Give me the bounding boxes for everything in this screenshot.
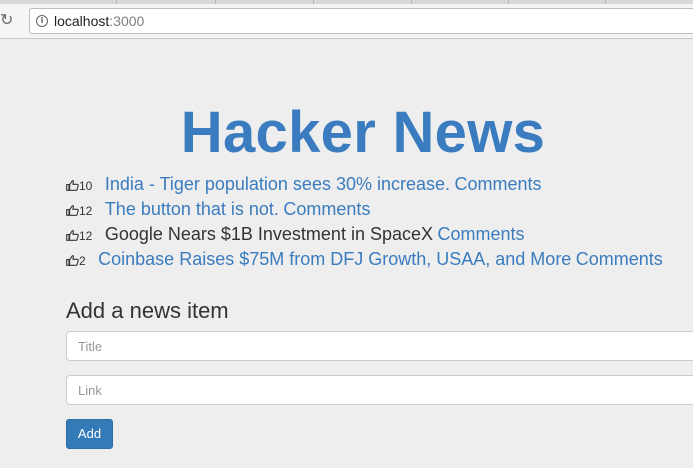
link-input[interactable] (66, 375, 693, 405)
add-news-heading: Add a news item (66, 298, 229, 323)
thumbs-up-icon (66, 180, 79, 191)
thumbs-up-icon (66, 205, 79, 216)
news-item: 12 The button that is not. Comments (66, 197, 663, 222)
upvote-button[interactable]: 12 (66, 199, 92, 224)
reload-icon[interactable]: ↻ (0, 10, 18, 30)
vote-count: 2 (79, 254, 86, 268)
browser-toolbar: ↻ i localhost:3000 (0, 4, 693, 39)
vote-count: 12 (79, 229, 93, 243)
info-icon[interactable]: i (36, 15, 48, 27)
url-port: :3000 (109, 13, 145, 29)
comments-link[interactable]: Comments (454, 174, 541, 194)
news-list: 10 India - Tiger population sees 30% inc… (66, 172, 663, 272)
thumbs-up-icon (66, 255, 79, 266)
news-title-link[interactable]: Coinbase Raises $75M from DFJ Growth, US… (98, 249, 571, 269)
address-bar[interactable]: i localhost:3000 (29, 8, 693, 34)
url-host: localhost (54, 13, 110, 29)
vote-count: 10 (79, 179, 93, 193)
address-url[interactable]: localhost:3000 (54, 13, 144, 30)
comments-link[interactable]: Comments (576, 249, 663, 269)
news-item: 2 Coinbase Raises $75M from DFJ Growth, … (66, 247, 663, 272)
news-title-link[interactable]: The button that is not. (105, 199, 279, 219)
thumbs-up-icon (66, 230, 79, 241)
title-input[interactable] (66, 331, 693, 361)
news-title-link[interactable]: India - Tiger population sees 30% increa… (105, 174, 450, 194)
page-title: Hacker News (180, 100, 546, 165)
upvote-button[interactable]: 12 (66, 224, 92, 249)
upvote-button[interactable]: 10 (66, 174, 92, 199)
add-button[interactable]: Add (66, 419, 113, 449)
news-item: 10 India - Tiger population sees 30% inc… (66, 172, 663, 197)
news-title: Google Nears $1B Investment in SpaceX (104, 224, 433, 244)
comments-link[interactable]: Comments (283, 199, 370, 219)
news-item: 12 Google Nears $1B Investment in SpaceX… (66, 222, 663, 247)
vote-count: 12 (79, 204, 93, 218)
comments-link[interactable]: Comments (437, 224, 524, 244)
upvote-button[interactable]: 2 (66, 249, 86, 274)
